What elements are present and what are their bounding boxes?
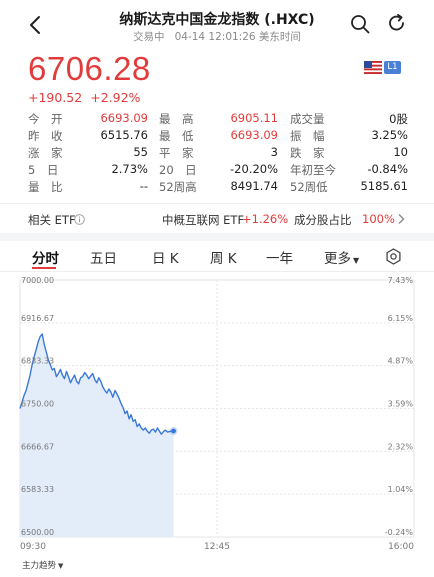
stat-value: 2.73% (111, 162, 148, 176)
tab-more[interactable]: 更多 ▼ (324, 247, 359, 267)
stat-value: -- (139, 179, 148, 193)
y-axis-label-right: 1.04% (388, 485, 414, 494)
change-amount: +190.52 (28, 90, 83, 105)
search-icon[interactable] (350, 14, 370, 34)
stats-row-prev-close: 昨 收 6515.76 最 低 6693.09 振 幅 3.25% (28, 128, 408, 145)
stat-value: 6693.09 (230, 128, 278, 142)
main-trend-indicator[interactable]: 主力趋势 ▼ (22, 559, 63, 571)
stat-label: 5 日 (28, 163, 59, 177)
y-axis-label-left: 6583.33 (21, 485, 54, 494)
stat-value: 6693.09 (100, 111, 148, 125)
tab-daily-k[interactable]: 日 K (152, 247, 179, 267)
section-divider (0, 233, 434, 241)
intraday-chart[interactable]: 7000.00 7.43% 6916.67 6.15% 6833.33 4.87% 6750… (0, 272, 434, 577)
stat-label: 振 幅 (290, 129, 325, 143)
stat-label: 今 开 (28, 112, 63, 126)
stat-value: 8491.74 (230, 179, 278, 193)
x-axis-label: 09:30 (20, 542, 46, 552)
stat-value: 0股 (389, 112, 408, 126)
intraday-chart-svg: 7000.00 7.43% 6916.67 6.15% 6833.33 4.87% 6750… (19, 276, 415, 552)
y-axis-label-right: 2.32% (388, 442, 414, 451)
stat-value: 55 (133, 145, 148, 159)
header: 纳斯达克中国金龙指数 (.HXC) 交易中 04-14 12:01:26 美东时… (0, 0, 434, 48)
y-axis-label-left: 7000.00 (21, 276, 54, 285)
stat-label: 最 高 (159, 112, 194, 126)
info-icon[interactable] (74, 214, 85, 225)
stat-label: 量 比 (28, 180, 63, 194)
quote-time: 04-14 12:01:26 美东时间 (174, 31, 301, 43)
quote-stats: 今 开 6693.09 最 高 6905.11 成交量 0股昨 收 6515.76 最 低 66… (28, 111, 408, 196)
stat-value: 3.25% (371, 128, 408, 142)
stat-label: 成交量 (290, 112, 325, 126)
tab-five-day[interactable]: 五日 (90, 247, 117, 267)
stat-value: 3 (270, 145, 278, 159)
y-axis-label-right: 6.15% (388, 314, 414, 323)
stat-label: 52周高 (159, 180, 197, 194)
y-axis-label-right: -0.24% (385, 528, 414, 537)
chart-period-tabs: 分时 五日 日 K 周 K 一年 更多 ▼ (0, 244, 434, 272)
stat-label: 涨 家 (28, 146, 63, 160)
stat-value: -20.20% (230, 162, 278, 176)
stats-row-volume-ratio: 量 比 -- 52周高 8491.74 52周低 5185.61 (28, 179, 408, 196)
tab-weekly-k[interactable]: 周 K (210, 247, 237, 267)
y-axis-label-left: 6500.00 (21, 528, 54, 537)
related-etf-label: 相关 ETF (28, 213, 76, 227)
stat-value: 6905.11 (230, 111, 278, 125)
stat-value: 6515.76 (100, 128, 148, 142)
stat-label: 20 日 (159, 163, 197, 177)
stat-label: 昨 收 (28, 129, 63, 143)
stat-value: -0.84% (367, 162, 408, 176)
active-tab-indicator (32, 267, 56, 269)
y-axis-label-right: 3.59% (388, 400, 414, 409)
x-axis-label: 12:45 (204, 542, 230, 552)
y-axis-label-left: 6916.67 (21, 314, 54, 323)
etf-name[interactable]: 中概互联网 ETF (162, 212, 244, 228)
dropdown-caret-icon: ▼ (353, 256, 360, 265)
share-label: 成分股占比 (294, 213, 352, 227)
price-change: +190.52 +2.92% (28, 90, 148, 105)
y-axis-label-right: 7.43% (388, 276, 414, 285)
y-axis-label-left: 6666.67 (21, 442, 54, 451)
chart-settings-icon[interactable] (385, 248, 402, 265)
dropdown-caret-icon: ▼ (58, 562, 64, 570)
etf-change: +1.26% (242, 212, 289, 226)
refresh-icon[interactable] (387, 13, 407, 33)
stat-label: 年初至今 (290, 163, 336, 177)
stat-label: 52周低 (290, 180, 328, 194)
stats-row-advancers: 涨 家 55 平 家 3 跌 家 10 (28, 145, 408, 162)
stat-label: 跌 家 (290, 146, 325, 160)
last-price: 6706.28 (28, 50, 151, 87)
stat-value: 10 (393, 145, 408, 159)
y-axis-label-left: 6750.00 (21, 400, 54, 409)
stat-value: 5185.61 (360, 179, 408, 193)
x-axis-label: 16:00 (388, 542, 414, 552)
us-flag-icon (364, 61, 382, 74)
y-axis-label-right: 4.87% (388, 357, 414, 366)
change-percent: +2.92% (90, 90, 141, 105)
stats-row-period-return: 5 日 2.73% 20 日 -20.20% 年初至今 -0.84% (28, 162, 408, 179)
trading-status: 交易中 (133, 31, 165, 43)
tab-one-year[interactable]: 一年 (266, 247, 293, 267)
y-axis-label-left: 6833.33 (21, 357, 54, 366)
chevron-right-icon[interactable] (397, 213, 405, 225)
stat-label: 平 家 (159, 146, 194, 160)
related-etf-bar[interactable]: 相关 ETF 中概互联网 ETF +1.26% 成分股占比 100% (0, 203, 434, 231)
stats-row-open: 今 开 6693.09 最 高 6905.11 成交量 0股 (28, 111, 408, 128)
last-price-dot (171, 428, 176, 434)
level1-badge[interactable]: L1 (384, 61, 401, 74)
main-trend-label: 主力趋势 (22, 561, 57, 571)
stat-label: 最 低 (159, 129, 194, 143)
share-value: 100% (362, 212, 395, 226)
tab-intraday[interactable]: 分时 (32, 247, 59, 267)
tab-more-label: 更多 (324, 251, 351, 267)
